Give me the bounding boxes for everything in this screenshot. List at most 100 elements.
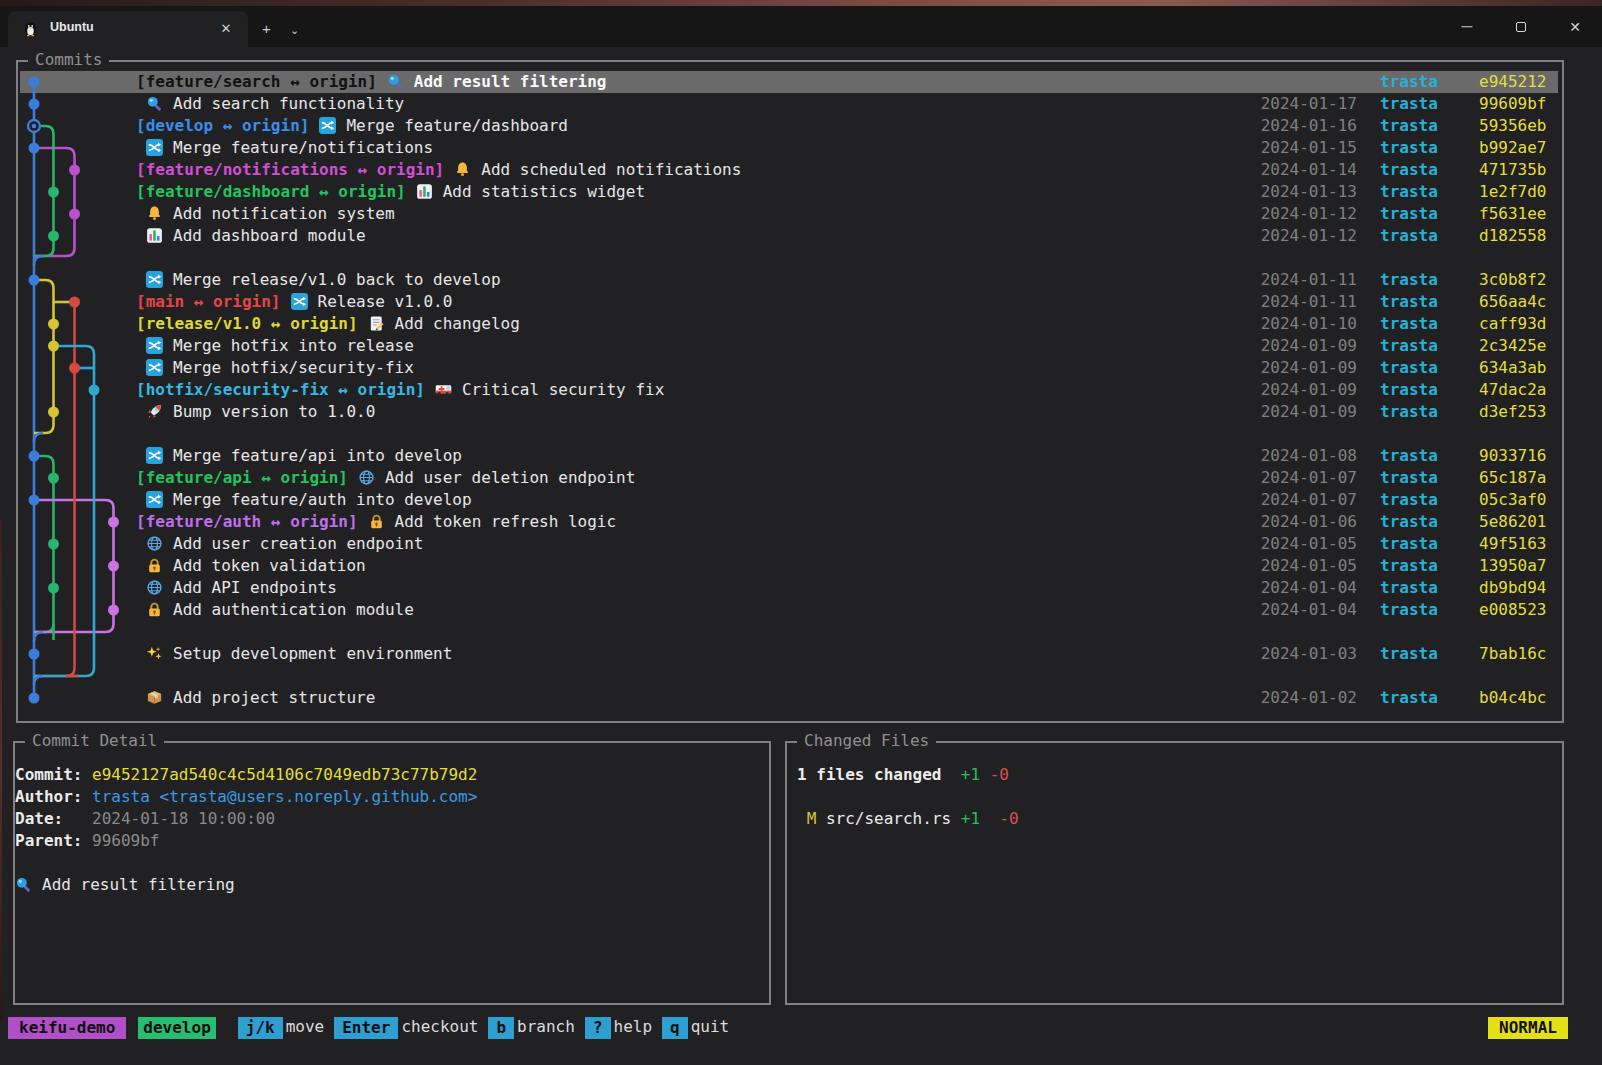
commit-author: trasta — [1380, 511, 1438, 533]
commit-row[interactable]: [main ↔ origin]Release v1.0.02024-01-11t… — [0, 291, 1602, 313]
commit-author: trasta — [1380, 489, 1438, 511]
shuffle-icon — [291, 293, 309, 310]
commit-author: trasta — [1380, 291, 1438, 313]
commit-hash: b992ae7 — [1479, 137, 1546, 159]
commit-row[interactable]: Merge hotfix/security-fix2024-01-09trast… — [0, 357, 1602, 379]
commit-message: Add scheduled notifications — [481, 160, 741, 179]
key-hint-help: ? — [585, 1017, 611, 1039]
terminal-content: Commits Commit Detail Changed Files [fea… — [0, 47, 1602, 1065]
file-row[interactable]: M src/search.rs +1 -0 — [797, 808, 1019, 830]
detail-field: Date: 2024-01-18 10:00:00 — [15, 808, 275, 830]
shuffle-icon — [146, 271, 164, 288]
commit-author: trasta — [1380, 577, 1438, 599]
commit-message: Add changelog — [395, 314, 520, 333]
magnifier-icon — [387, 73, 405, 90]
close-button[interactable]: ✕ — [1548, 6, 1602, 47]
commit-text: Bump version to 1.0.0 — [136, 401, 375, 423]
commit-text: Add user creation endpoint — [136, 533, 423, 555]
commit-row[interactable]: [hotfix/security-fix ↔ origin] Critical s… — [0, 379, 1602, 401]
commit-row[interactable]: Bump version to 1.0.02024-01-09trastad3e… — [0, 401, 1602, 423]
commit-hash: 5e86201 — [1479, 511, 1546, 533]
chart-icon — [416, 183, 434, 200]
branch-ref: [feature/notifications ↔ origin] — [136, 160, 444, 179]
desktop-bleed — [0, 520, 2, 1020]
key-hint-quit: q — [662, 1017, 688, 1039]
commit-author: trasta — [1380, 445, 1438, 467]
commit-row[interactable]: Add notification system2024-01-12trastaf… — [0, 203, 1602, 225]
commit-row[interactable]: Add dashboard module2024-01-12trastad182… — [0, 225, 1602, 247]
new-tab-icon[interactable]: + — [262, 20, 271, 37]
commit-row[interactable]: Merge hotfix into release2024-01-09trast… — [0, 335, 1602, 357]
tab-dropdown-icon[interactable]: ⌄ — [290, 24, 299, 37]
commit-author: trasta — [1380, 379, 1438, 401]
commit-row[interactable]: Merge feature/notifications2024-01-15tra… — [0, 137, 1602, 159]
shuffle-icon — [146, 491, 164, 508]
commit-text: Merge hotfix/security-fix — [136, 357, 414, 379]
commit-author: trasta — [1380, 115, 1438, 137]
commit-row[interactable]: [feature/auth ↔ origin]Add token refresh… — [0, 511, 1602, 533]
commit-date: 2024-01-03 — [1160, 643, 1357, 665]
commit-row[interactable]: Add search functionality2024-01-17trasta… — [0, 93, 1602, 115]
commit-message: Add API endpoints — [173, 578, 337, 597]
commit-message: Critical security fix — [462, 380, 664, 399]
key-label: help — [614, 1017, 653, 1039]
bell-icon — [146, 205, 164, 222]
commit-hash: 13950a7 — [1479, 555, 1546, 577]
memo-icon — [368, 315, 386, 332]
shuffle-icon — [319, 117, 337, 134]
commit-message: Add user creation endpoint — [173, 534, 423, 553]
commit-message: Merge feature/notifications — [173, 138, 433, 157]
files-summary: 1 files changed +1 -0 — [797, 764, 1009, 786]
commit-message: Add token refresh logic — [395, 512, 617, 531]
commit-text: [feature/dashboard ↔ origin]Add statisti… — [136, 181, 645, 203]
commit-date: 2024-01-06 — [1160, 511, 1357, 533]
commit-row[interactable]: Setup development environment2024-01-03t… — [0, 643, 1602, 665]
tab-ubuntu[interactable]: Ubuntu ✕ — [8, 11, 248, 47]
commit-date: 2024-01-17 — [1160, 93, 1357, 115]
commit-text: [hotfix/security-fix ↔ origin] Critical s… — [136, 379, 664, 401]
key-hint-checkout: Enter — [334, 1017, 398, 1039]
minimize-button[interactable] — [1440, 6, 1494, 47]
commit-author: trasta — [1380, 555, 1438, 577]
commit-date: 2024-01-07 — [1160, 489, 1357, 511]
commit-row[interactable]: Merge feature/api into develop2024-01-08… — [0, 445, 1602, 467]
ambulance-icon — [435, 381, 453, 398]
commit-author: trasta — [1380, 181, 1438, 203]
branch-ref: [hotfix/security-fix ↔ origin] — [136, 380, 425, 399]
commit-row[interactable]: [develop ↔ origin]Merge feature/dashboar… — [0, 115, 1602, 137]
commit-message: Merge hotfix into release — [173, 336, 414, 355]
lock-icon — [146, 557, 164, 574]
commit-hash: 2c3425e — [1479, 335, 1546, 357]
commit-row[interactable]: Add user creation endpoint2024-01-05tras… — [0, 533, 1602, 555]
commit-row[interactable]: [feature/search ↔ origin]Add result filt… — [0, 71, 1602, 93]
commit-row[interactable]: Add token validation2024-01-05trasta1395… — [0, 555, 1602, 577]
commit-date: 2024-01-11 — [1160, 291, 1357, 313]
tab-close-icon[interactable]: ✕ — [216, 19, 236, 39]
commit-hash: d3ef253 — [1479, 401, 1546, 423]
commit-text: Add API endpoints — [136, 577, 337, 599]
commit-row[interactable]: Add project structure2024-01-02trastab04… — [0, 687, 1602, 709]
commit-row[interactable]: [feature/dashboard ↔ origin]Add statisti… — [0, 181, 1602, 203]
commit-text: Add search functionality — [136, 93, 404, 115]
commit-hash: f5631ee — [1479, 203, 1546, 225]
detail-message: Add result filtering — [15, 874, 235, 896]
commit-hash: 49f5163 — [1479, 533, 1546, 555]
maximize-button[interactable] — [1494, 6, 1548, 47]
commit-row[interactable]: Add authentication module2024-01-04trast… — [0, 599, 1602, 621]
commit-author: trasta — [1380, 357, 1438, 379]
commit-row[interactable]: [release/v1.0 ↔ origin]Add changelog2024… — [0, 313, 1602, 335]
commit-author: trasta — [1380, 225, 1438, 247]
commit-row[interactable]: Merge feature/auth into develop2024-01-0… — [0, 489, 1602, 511]
branch-ref: [main ↔ origin] — [136, 292, 281, 311]
commit-row[interactable]: Merge release/v1.0 back to develop2024-0… — [0, 269, 1602, 291]
commit-row[interactable]: [feature/api ↔ origin]Add user deletion … — [0, 467, 1602, 489]
commit-date: 2024-01-11 — [1160, 269, 1357, 291]
globe-icon — [358, 469, 376, 486]
commit-author: trasta — [1380, 313, 1438, 335]
commit-row[interactable]: Add API endpoints2024-01-04trastadb9bd94 — [0, 577, 1602, 599]
commit-row[interactable]: [feature/notifications ↔ origin] Add sche… — [0, 159, 1602, 181]
commit-date: 2024-01-07 — [1160, 467, 1357, 489]
terminal-window: Ubuntu ✕ + ⌄ ✕ Commits Commit Detail Cha… — [0, 0, 1602, 1065]
commit-hash: 05c3af0 — [1479, 489, 1546, 511]
commit-text: [release/v1.0 ↔ origin]Add changelog — [136, 313, 520, 335]
